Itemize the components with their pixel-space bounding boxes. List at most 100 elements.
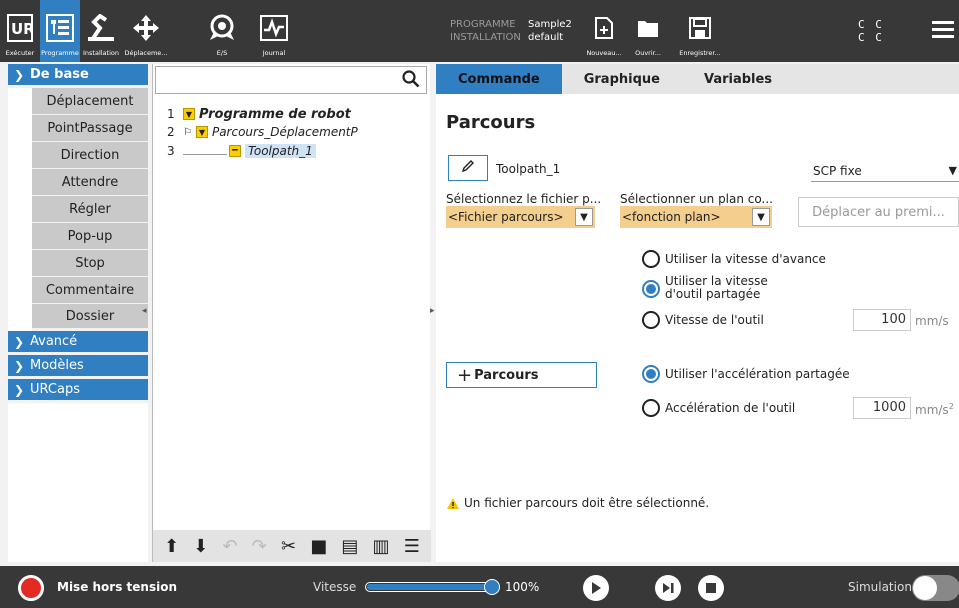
category-templates[interactable]: ❯ Modèles [8,355,148,379]
simulation-toggle[interactable] [912,575,959,601]
dropdown-arrow-icon: ▼ [948,164,957,177]
step-icon [663,583,674,593]
plane-select[interactable]: <fonction plan> ▼ [620,206,772,228]
move-arrows-icon [130,10,162,46]
tree-toolbar: ⬆ ⬇ ↶ ↷ ✂ ■ ▤ ▥ ☰ [153,530,431,562]
collapse-marker-icon: ━ [229,145,241,157]
tab-graphics[interactable]: Graphique [562,64,682,94]
cut-icon[interactable]: ✂ [281,536,296,557]
chevron-down-icon: ❯ [14,67,25,82]
node-wait[interactable]: Attendre [32,169,148,196]
delete-icon[interactable]: ▥ [373,536,390,557]
save-icon [684,10,716,46]
installation-icon [85,10,117,46]
speed-slider[interactable] [365,579,500,595]
warning-icon [446,497,460,510]
top-bar: UR Exécuter Programme Installation Dépla… [0,0,959,62]
power-button[interactable] [18,575,44,601]
tool-speed-input[interactable]: 100 [853,309,911,331]
open-file-button[interactable]: Ouvrir... [628,0,668,62]
speed-label: Vitesse [313,580,357,594]
step-button[interactable] [655,575,681,601]
radio-feed-speed[interactable] [642,250,660,268]
copy-icon[interactable]: ■ [310,536,327,557]
radio-shared-acceleration[interactable] [642,365,660,383]
expand-triangle-icon[interactable]: ▼ [183,108,195,120]
tree-node-path-move[interactable]: 2 ⚐ ▼ Parcours_DéplacementP [167,124,358,140]
radio-tool-speed[interactable] [642,311,660,329]
stop-icon [706,583,716,593]
io-icon [206,10,238,46]
controller-status: C C C C [858,18,884,44]
tree-node-toolpath[interactable]: 3 ━ Toolpath_1 [167,143,316,159]
simulation-label: Simulation [848,580,912,594]
save-file-button[interactable]: Enregistrer... [676,0,724,62]
category-basic[interactable]: ❯ De base [8,64,148,88]
node-waypoint[interactable]: PointPassage [32,115,148,142]
node-halt[interactable]: Stop [32,250,148,277]
category-urcaps[interactable]: ❯ URCaps [8,379,148,403]
move-to-first-button[interactable]: Déplacer au premi... [798,197,959,227]
collapse-left-handle-icon[interactable]: ◂ [142,306,150,318]
play-button[interactable] [583,575,609,601]
chevron-right-icon: ❯ [14,358,25,373]
node-set[interactable]: Régler [32,196,148,223]
node-comment[interactable]: Commentaire [32,277,148,304]
toggle-knob [913,576,937,600]
expand-triangle-icon[interactable]: ▼ [195,126,208,138]
node-palette: ❯ De base Déplacement PointPassage Direc… [8,64,148,562]
log-tab[interactable]: Journal [256,0,292,62]
search-icon[interactable] [402,70,420,92]
ur-logo-icon: UR [4,10,36,46]
new-file-button[interactable]: Nouveau... [584,0,624,62]
run-tab[interactable]: UR Exécuter [0,0,40,62]
log-icon [258,10,290,46]
shared-acceleration-label: Utiliser l'accélération partagée [665,367,850,381]
open-folder-icon [632,10,664,46]
tool-speed-unit: mm/s [915,314,949,328]
node-move[interactable]: Déplacement [32,88,148,115]
node-folder[interactable]: Dossier [32,304,148,331]
tool-acceleration-input[interactable]: 1000 [853,397,911,419]
redo-icon[interactable]: ↷ [252,536,267,557]
io-tab[interactable]: E/S [205,0,239,62]
installation-tab[interactable]: Installation [80,0,122,62]
power-label: Mise hors tension [57,580,177,594]
file-select[interactable]: <Fichier parcours> ▼ [446,206,595,228]
hamburger-menu-icon[interactable] [932,20,954,44]
shared-tool-speed-label: Utiliser la vitesse d'outil partagée [665,274,768,301]
toolpath-name: Toolpath_1 [496,162,561,176]
frame-select[interactable]: SCP fixe ▼ [811,160,959,182]
add-path-button[interactable]: + Parcours [446,362,597,388]
category-advanced[interactable]: ❯ Avancé [8,331,148,355]
suppress-icon[interactable]: ☰ [404,536,420,557]
chevron-right-icon: ❯ [14,382,25,397]
tool-speed-label: Vitesse de l'outil [665,313,764,327]
chevron-right-icon: ❯ [14,334,25,349]
program-tab[interactable]: Programme [40,0,80,62]
tree-search-input[interactable] [155,66,427,94]
node-direction[interactable]: Direction [32,142,148,169]
move-up-icon[interactable]: ⬆ [164,536,179,557]
warning-message: Un fichier parcours doit être sélectionn… [446,496,709,510]
radio-tool-acceleration[interactable] [642,399,660,417]
node-popup[interactable]: Pop-up [32,223,148,250]
tab-command[interactable]: Commande [436,64,562,94]
move-down-icon[interactable]: ⬇ [193,536,208,557]
page-title: Parcours [446,112,536,133]
tab-variables[interactable]: Variables [682,64,794,94]
program-info: PROGRAMME Sample2 INSTALLATION default [450,19,572,43]
radio-shared-tool-speed[interactable] [642,280,660,298]
rename-button[interactable] [448,155,488,181]
play-icon [592,582,601,594]
speed-slider-knob[interactable] [484,579,500,595]
paste-icon[interactable]: ▤ [341,536,358,557]
undo-icon[interactable]: ↶ [223,536,238,557]
bottom-bar: Mise hors tension Vitesse 100% Simulatio… [0,566,959,608]
command-panel: Parcours Toolpath_1 SCP fixe ▼ Sélection… [436,94,959,562]
pencil-icon [461,159,475,177]
tree-node-robot-program[interactable]: 1 ▼ Programme de robot [167,106,351,122]
move-tab[interactable]: Déplaceme... [122,0,170,62]
stop-button[interactable] [698,575,724,601]
program-tree: 1 ▼ Programme de robot 2 ⚐ ▼ Parcours_Dé… [152,64,431,562]
